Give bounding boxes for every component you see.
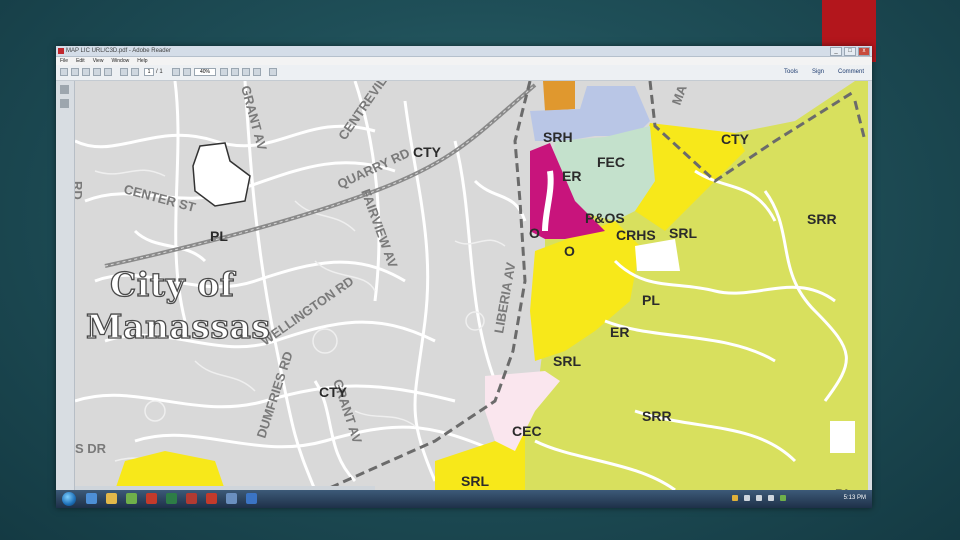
zone-label: PL [642, 292, 660, 308]
menu-window[interactable]: Window [111, 57, 129, 65]
menu-view[interactable]: View [93, 57, 104, 65]
save-icon[interactable] [82, 68, 90, 76]
volume-icon[interactable] [768, 495, 774, 501]
comment-link[interactable]: Comment [838, 69, 864, 75]
tray-icon[interactable] [744, 495, 750, 501]
zone-label: O [529, 225, 540, 241]
menu-file[interactable]: File [60, 57, 68, 65]
sign-link[interactable]: Sign [812, 69, 824, 75]
open-icon[interactable] [60, 68, 68, 76]
zone-label: ER [562, 168, 581, 184]
tools-link[interactable]: Tools [784, 69, 798, 75]
attachments-icon[interactable] [60, 99, 69, 108]
city-of-manassas-overlay: City of Manassas [85, 264, 271, 348]
zone-label: SRH [543, 129, 573, 145]
page-total: / 1 [156, 69, 163, 75]
menu-edit[interactable]: Edit [76, 57, 85, 65]
expand-icon[interactable] [269, 68, 277, 76]
maximize-button[interactable]: □ [844, 47, 856, 56]
zone-label: O [564, 243, 575, 259]
toolbar: 1 / 1 40% Tools Sign Comment [56, 65, 872, 81]
close-button[interactable]: x [858, 47, 870, 56]
zone-label: CRHS [616, 227, 656, 243]
zone-label: ER [610, 324, 629, 340]
start-button[interactable] [62, 492, 76, 506]
scroll-gutter[interactable] [868, 81, 872, 490]
zone-label: CTY [319, 384, 348, 400]
zone-label: PL [210, 228, 228, 244]
app-taskbar-icon[interactable] [226, 493, 237, 504]
network-icon[interactable] [756, 495, 762, 501]
zone-label: FEC [597, 154, 625, 170]
zone-label: SRR [642, 408, 672, 424]
overlay-line-1: City of [109, 264, 235, 304]
windows-taskbar: 5:13 PM [56, 490, 872, 508]
zone-label: P&OS [585, 210, 625, 226]
window-title: MAP LIC URL/C3D.pdf - Adobe Reader [66, 48, 171, 54]
page-up-icon[interactable] [120, 68, 128, 76]
zoom-in-icon[interactable] [183, 68, 191, 76]
tray-icon[interactable] [732, 495, 738, 501]
zone-label: CEC [512, 423, 542, 439]
create-icon[interactable] [71, 68, 79, 76]
page-number-input[interactable]: 1 [144, 68, 154, 76]
highlight-icon[interactable] [253, 68, 261, 76]
zone-label: SRR [807, 211, 837, 227]
zoom-level-select[interactable]: 40% [194, 68, 216, 76]
sticky-note-icon[interactable] [242, 68, 250, 76]
zone-label: SRL [669, 225, 697, 241]
road-label: S DR [75, 441, 107, 456]
pages-icon[interactable] [60, 85, 69, 94]
road-label: RD [75, 181, 85, 200]
zone-label: SRL [461, 473, 489, 489]
menu-help[interactable]: Help [137, 57, 147, 65]
zone-label: CTY [413, 144, 442, 160]
zone-label: CTY [721, 131, 750, 147]
media-taskbar-icon[interactable] [126, 493, 137, 504]
menu-bar: File Edit View Window Help [56, 57, 872, 65]
overlay-line-2: Manassas [85, 306, 271, 346]
zoom-out-icon[interactable] [172, 68, 180, 76]
navigation-panel [56, 81, 75, 490]
minimize-button[interactable]: _ [830, 47, 842, 56]
tray-icon[interactable] [780, 495, 786, 501]
clock[interactable]: 5:13 PM [844, 495, 866, 501]
excel-taskbar-icon[interactable] [166, 493, 177, 504]
explorer-taskbar-icon[interactable] [106, 493, 117, 504]
zone-srh[interactable] [543, 81, 575, 111]
title-bar: MAP LIC URL/C3D.pdf - Adobe Reader _ □ x [56, 46, 872, 57]
print-icon[interactable] [93, 68, 101, 76]
fit-width-icon[interactable] [231, 68, 239, 76]
reader-taskbar-icon[interactable] [206, 493, 217, 504]
word-taskbar-icon[interactable] [246, 493, 257, 504]
adobe-taskbar-icon[interactable] [146, 493, 157, 504]
fit-page-icon[interactable] [220, 68, 228, 76]
adobe-reader-icon [58, 48, 64, 54]
ie-taskbar-icon[interactable] [86, 493, 97, 504]
email-icon[interactable] [104, 68, 112, 76]
pdf-taskbar-icon[interactable] [186, 493, 197, 504]
zone-label: SRL [553, 353, 581, 369]
zone-pl-southeast[interactable] [830, 421, 855, 453]
page-down-icon[interactable] [131, 68, 139, 76]
